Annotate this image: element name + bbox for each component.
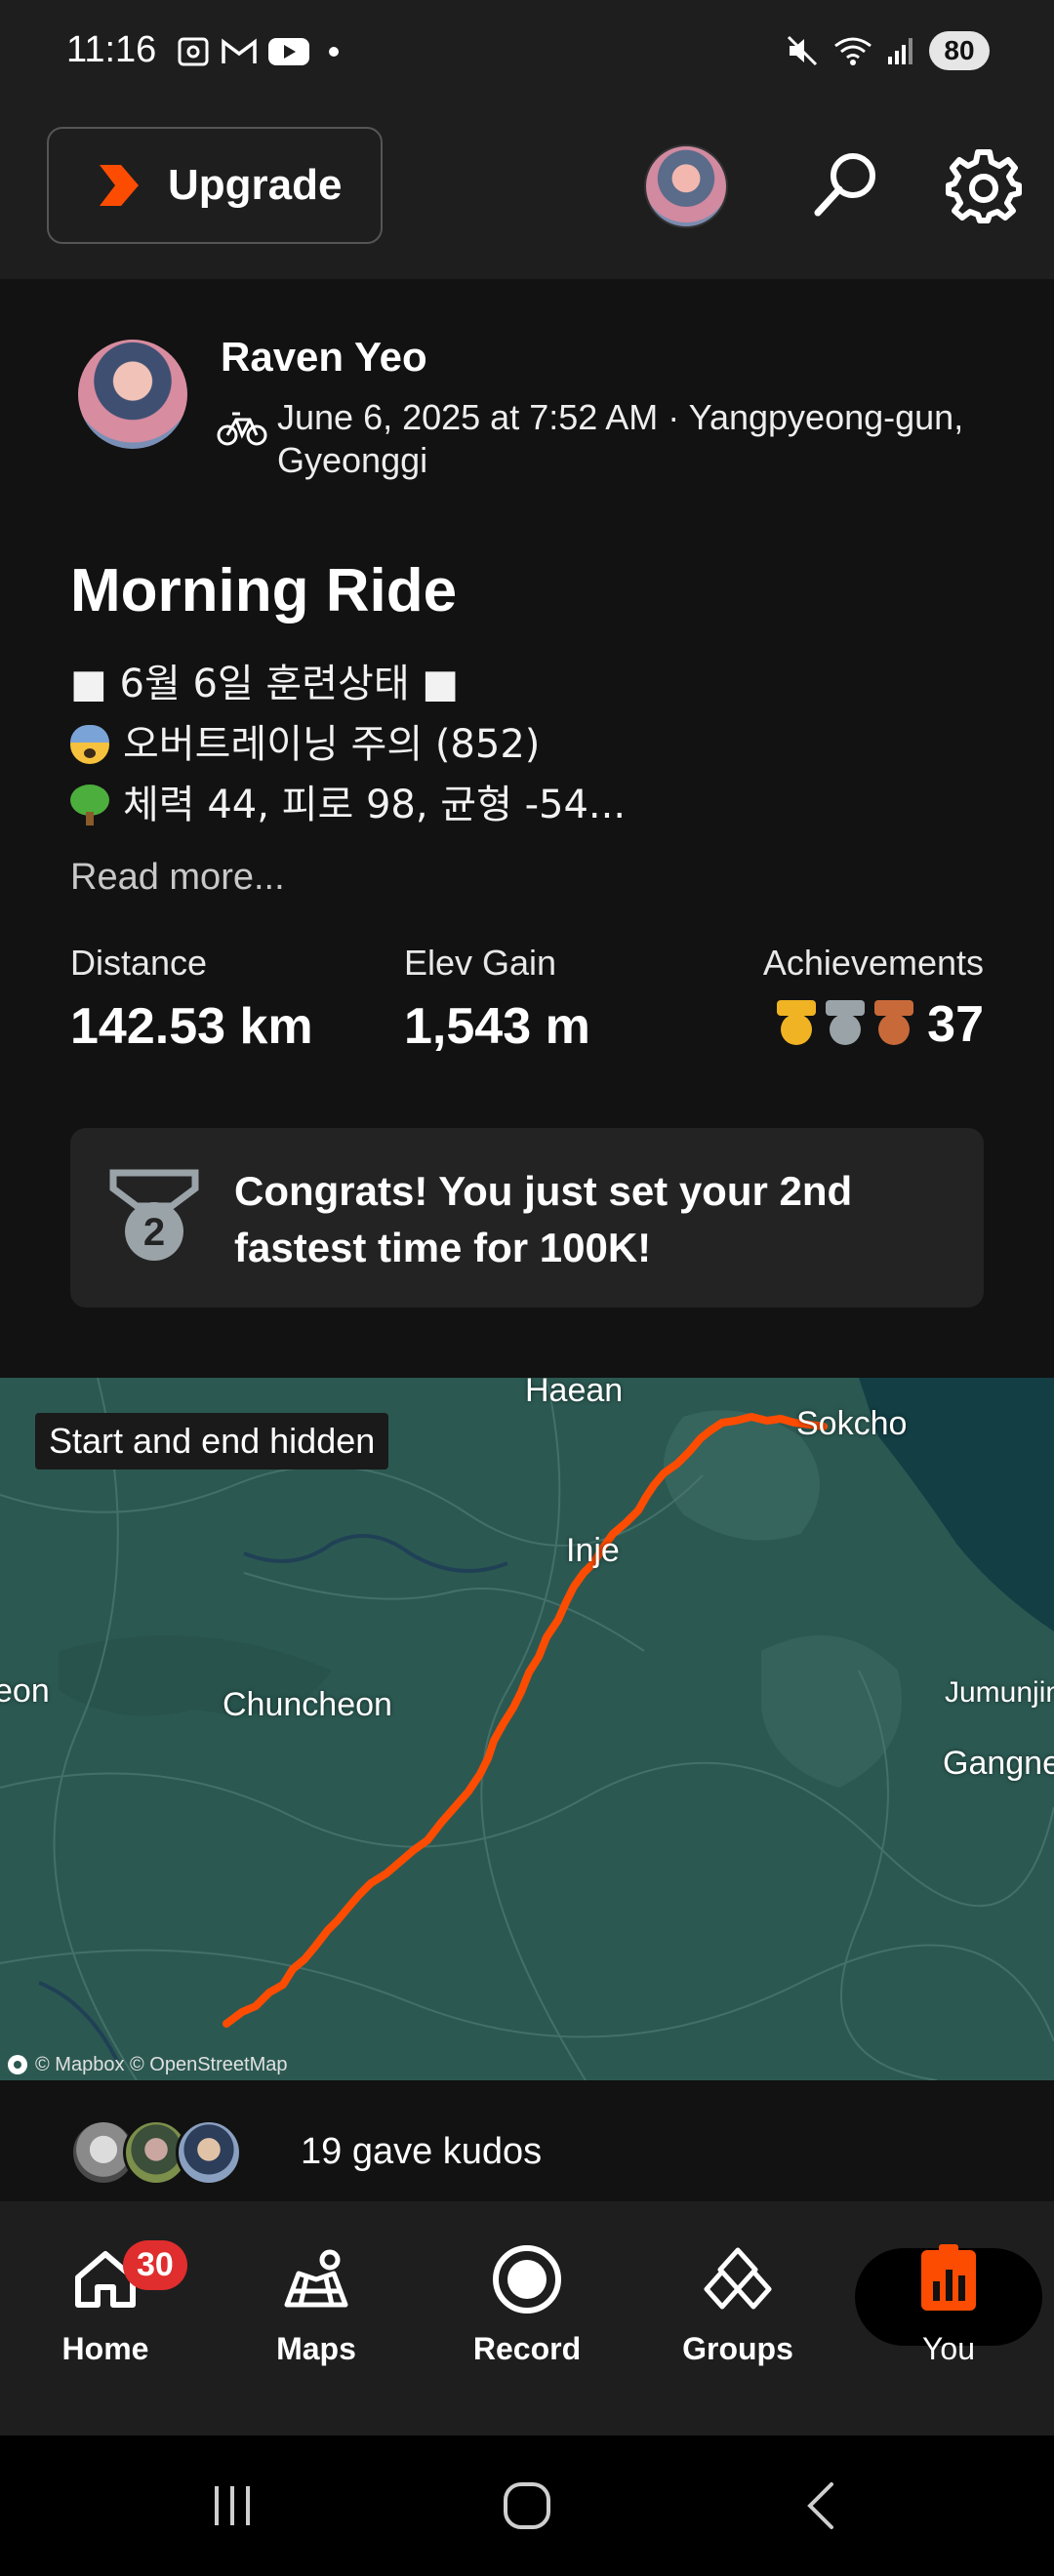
map-attribution[interactable]: © Mapbox © OpenStreetMap bbox=[6, 2053, 288, 2076]
nav-record[interactable]: Record bbox=[429, 2240, 625, 2367]
mute-icon bbox=[787, 35, 818, 66]
achievements-label: Achievements bbox=[762, 943, 984, 983]
athlete-name[interactable]: Raven Yeo bbox=[221, 334, 427, 381]
app-header: Upgrade bbox=[0, 107, 1054, 279]
mapbox-logo-icon bbox=[8, 2055, 27, 2074]
congrats-banner[interactable]: 2 Congrats! You just set your 2nd fastes… bbox=[70, 1128, 984, 1308]
kudo-avatar bbox=[176, 2119, 242, 2186]
nav-groups-label: Groups bbox=[682, 2331, 793, 2366]
dot-icon bbox=[329, 47, 339, 57]
activity-description[interactable]: ■ 6월 6일 훈련상태 ■ 오버트레이닝 주의 (852) 체력 44, 피로… bbox=[70, 654, 626, 835]
nav-maps[interactable]: Maps bbox=[219, 2240, 414, 2367]
youtube-icon bbox=[268, 38, 309, 65]
map-label-jumunjin: Jumunjin bbox=[945, 1676, 1054, 1709]
status-time: 11:16 bbox=[66, 29, 157, 70]
second-place-medal-icon: 2 bbox=[109, 1169, 199, 1261]
you-stats-icon bbox=[921, 2244, 976, 2311]
distance-stat: Distance 142.53 km bbox=[70, 943, 313, 1056]
notification-icons bbox=[176, 35, 344, 68]
back-icon[interactable] bbox=[796, 2476, 851, 2535]
map-label-eon: eon bbox=[0, 1672, 50, 1710]
silver-medal-icon bbox=[824, 1000, 867, 1049]
nav-home-label: Home bbox=[61, 2331, 149, 2366]
kudos-row[interactable]: 19 gave kudos bbox=[0, 2080, 1054, 2201]
kudos-avatars[interactable] bbox=[70, 2119, 242, 2186]
read-more-link[interactable]: Read more... bbox=[70, 857, 285, 899]
kudos-text[interactable]: 19 gave kudos bbox=[301, 2131, 542, 2173]
map-label-gangneung: Gangne bbox=[943, 1745, 1054, 1782]
achievements-count: 37 bbox=[927, 996, 984, 1053]
achievements-row: 37 bbox=[763, 995, 984, 1054]
distance-label: Distance bbox=[70, 943, 208, 983]
recent-apps-icon[interactable] bbox=[205, 2478, 260, 2533]
activity-title[interactable]: Morning Ride bbox=[70, 556, 457, 625]
map-canvas bbox=[0, 1378, 1054, 2080]
congrats-text: Congrats! You just set your 2nd fastest … bbox=[234, 1168, 853, 1270]
description-line: ■ 6월 6일 훈련상태 ■ bbox=[70, 662, 460, 706]
achievements-stat[interactable]: Achievements 37 bbox=[763, 943, 984, 1054]
nav-you[interactable]: You bbox=[851, 2240, 1046, 2367]
description-line: 체력 44, 피로 98, 균형 -54... bbox=[70, 775, 626, 835]
nav-groups[interactable]: Groups bbox=[640, 2240, 835, 2367]
nav-record-label: Record bbox=[472, 2331, 582, 2366]
fearful-face-icon bbox=[70, 725, 109, 764]
elevation-value: 1,543 m bbox=[404, 998, 590, 1055]
elevation-label: Elev Gain bbox=[404, 943, 557, 983]
map-label-chuncheon: Chuncheon bbox=[223, 1686, 392, 1723]
gmail-icon bbox=[222, 38, 257, 63]
screenshot-icon bbox=[178, 37, 209, 66]
distance-value: 142.53 km bbox=[70, 998, 313, 1055]
tree-icon bbox=[70, 785, 109, 825]
map-label-sokcho: Sokcho bbox=[796, 1405, 908, 1442]
description-line: 오버트레이닝 주의 (852) bbox=[70, 714, 626, 775]
home-button-icon[interactable] bbox=[498, 2476, 556, 2535]
gear-icon[interactable] bbox=[945, 146, 1023, 224]
groups-icon bbox=[704, 2247, 772, 2310]
start-end-hidden-badge: Start and end hidden bbox=[35, 1413, 389, 1469]
maps-icon bbox=[284, 2249, 348, 2308]
record-icon bbox=[493, 2245, 561, 2314]
signal-icon bbox=[888, 38, 912, 64]
activity-meta: June 6, 2025 at 7:52 AM · Yangpyeong-gun… bbox=[277, 397, 964, 480]
notification-badge: 30 bbox=[123, 2240, 187, 2290]
elevation-stat: Elev Gain 1,543 m bbox=[404, 943, 590, 1056]
bottom-navigation: Home 30 Maps Record Groups You bbox=[0, 2201, 1054, 2435]
system-navigation-bar bbox=[0, 2435, 1054, 2576]
wifi-icon bbox=[834, 37, 872, 65]
profile-avatar[interactable] bbox=[644, 144, 728, 228]
map-label-inje: Inje bbox=[566, 1532, 620, 1569]
map-label-haean: Haean bbox=[525, 1378, 624, 1409]
strava-chevron-icon bbox=[100, 165, 139, 206]
attribution-text: © Mapbox © OpenStreetMap bbox=[35, 2053, 288, 2075]
activity-card[interactable]: Raven Yeo June 6, 2025 at 7:52 AM · Yang… bbox=[0, 279, 1054, 1378]
route-map[interactable]: Start and end hidden Haean Sokcho Inje C… bbox=[0, 1378, 1054, 2080]
nav-maps-label: Maps bbox=[276, 2331, 356, 2366]
battery-indicator: 80 bbox=[929, 31, 990, 70]
bronze-medal-icon bbox=[872, 1000, 915, 1049]
status-bar: 11:16 80 bbox=[0, 0, 1054, 107]
bike-icon bbox=[217, 412, 267, 446]
gold-medal-icon bbox=[775, 1000, 818, 1049]
search-icon[interactable] bbox=[806, 146, 884, 224]
svg-text:2: 2 bbox=[143, 1211, 165, 1254]
upgrade-button[interactable]: Upgrade bbox=[47, 127, 383, 244]
athlete-avatar[interactable] bbox=[78, 340, 187, 449]
nav-you-label: You bbox=[922, 2331, 975, 2366]
upgrade-label: Upgrade bbox=[168, 161, 343, 209]
system-status-icons: 80 bbox=[785, 31, 990, 70]
